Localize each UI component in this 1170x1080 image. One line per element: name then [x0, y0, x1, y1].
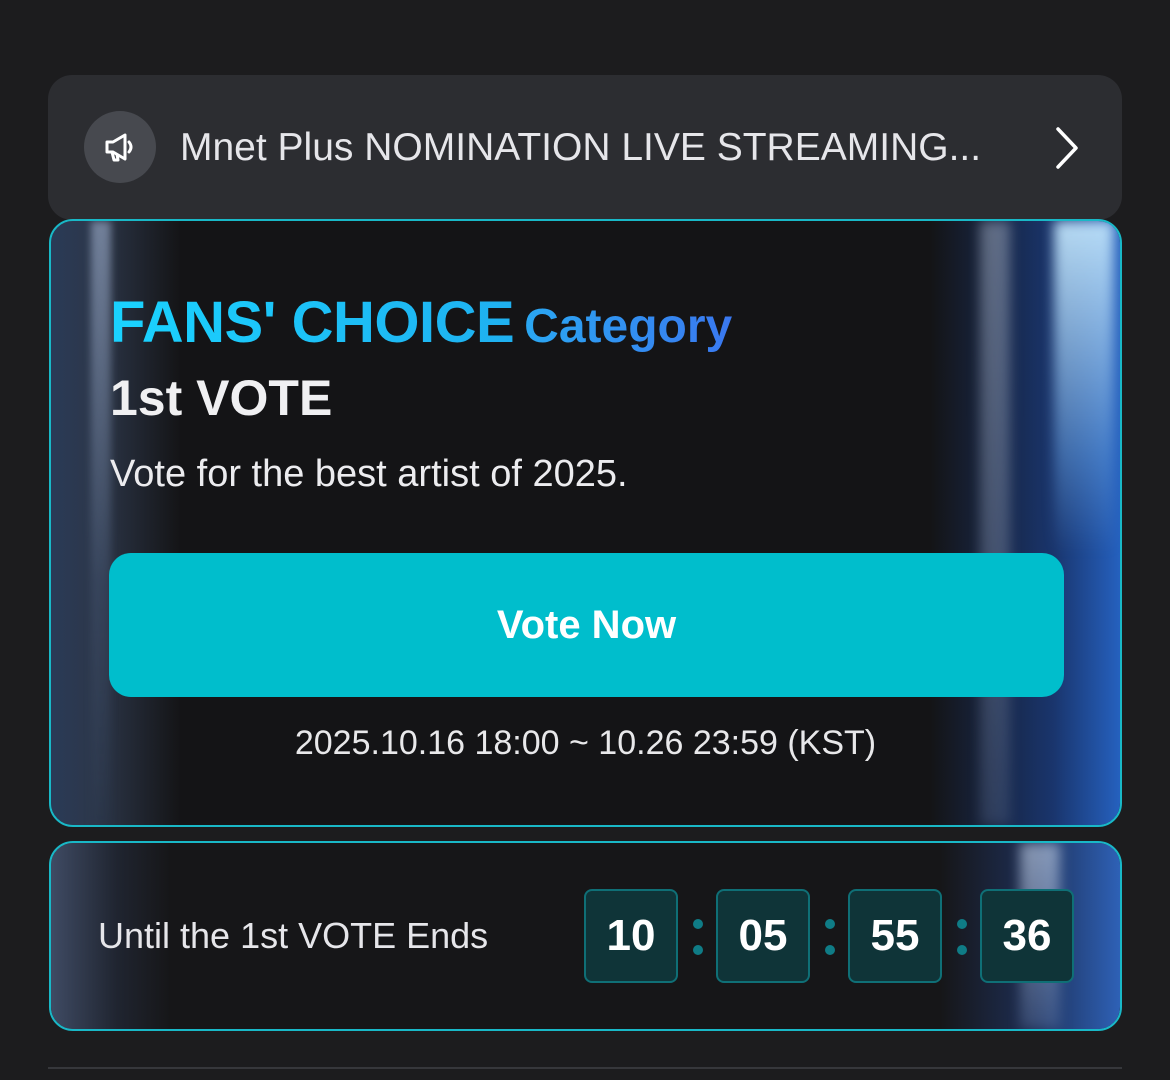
category-headline: FANS' CHOICE Category	[110, 289, 732, 356]
notice-text: Mnet Plus NOMINATION LIVE STREAMING...	[180, 126, 982, 169]
countdown-separator	[693, 915, 703, 959]
category-label: Category	[524, 300, 733, 353]
chevron-right-icon	[1056, 127, 1078, 169]
notice-banner[interactable]: Mnet Plus NOMINATION LIVE STREAMING...	[48, 75, 1122, 220]
countdown-separator	[957, 915, 967, 959]
vote-now-button[interactable]: Vote Now	[109, 553, 1064, 697]
card-light-right-glow	[1054, 221, 1114, 554]
countdown-days: 10	[584, 889, 678, 983]
category-title: FANS' CHOICE	[110, 290, 515, 355]
countdown-card: Until the 1st VOTE Ends 10 05 55 36	[49, 841, 1122, 1031]
vote-card: FANS' CHOICE Category 1st VOTE Vote for t…	[49, 219, 1122, 827]
countdown-hours: 05	[716, 889, 810, 983]
vote-round-title: 1st VOTE	[110, 370, 333, 426]
countdown-seconds: 36	[980, 889, 1074, 983]
section-divider	[48, 1067, 1122, 1069]
countdown-label: Until the 1st VOTE Ends	[98, 915, 489, 956]
countdown-separator	[825, 915, 835, 959]
megaphone-icon	[84, 111, 156, 183]
vote-description: Vote for the best artist of 2025.	[110, 453, 628, 495]
countdown-minutes: 55	[848, 889, 942, 983]
vote-period: 2025.10.16 18:00 ~ 10.26 23:59 (KST)	[294, 724, 877, 762]
page: Mnet Plus NOMINATION LIVE STREAMING... F…	[0, 0, 1170, 1080]
